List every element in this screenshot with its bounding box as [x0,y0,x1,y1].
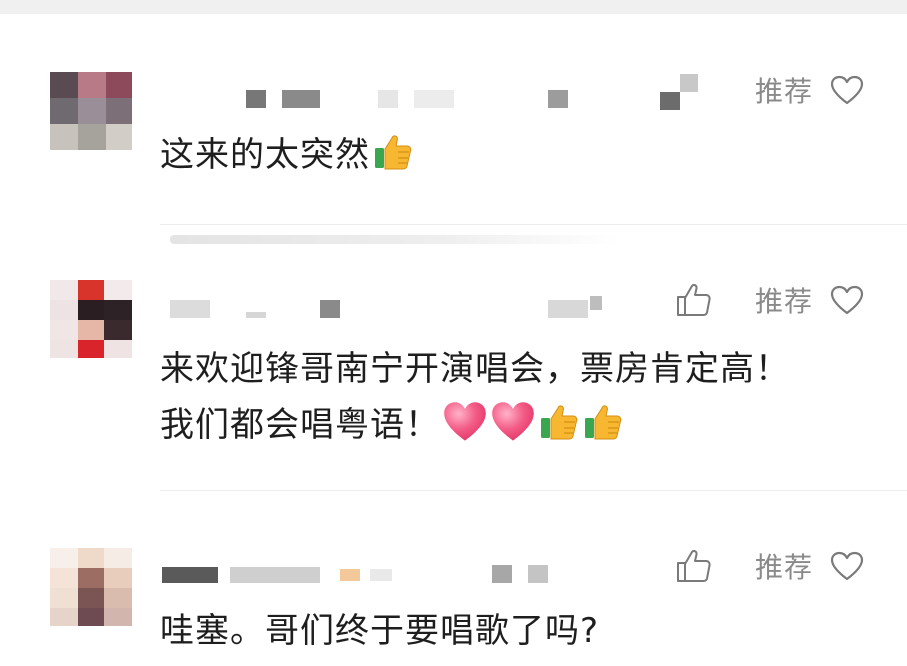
comment-text: 这来的太突然 [160,126,414,184]
heart-outline-icon[interactable] [827,546,867,586]
heart-emoji [444,402,486,441]
comment-body: 哇塞。哥们终于要唱歌了吗? [160,611,600,651]
thumbs-up-emoji [585,405,622,440]
divider [160,224,907,225]
username-blurred[interactable] [160,555,720,585]
comment-actions: 推荐 [755,70,867,110]
comment-body: 这来的太突然 [160,135,370,175]
username-blurred[interactable] [160,290,720,320]
blurred-smear [170,235,620,244]
comment-text-line-1: 来欢迎锋哥南宁开演唱会，票房肯定高！ [160,340,790,398]
recommend-label[interactable]: 推荐 [755,70,813,110]
avatar[interactable] [50,548,132,626]
avatar[interactable] [50,72,132,150]
divider [160,490,907,491]
comment-body: 我们都会唱粤语！ [160,405,440,445]
username-blurred[interactable] [160,74,720,110]
thumbs-up-outline-icon[interactable] [673,546,715,586]
heart-outline-icon[interactable] [827,280,867,320]
recommend-label[interactable]: 推荐 [755,280,813,320]
comment-actions: 推荐 [673,546,867,586]
comment-text-line-2: 我们都会唱粤语！ [160,396,624,454]
avatar[interactable] [50,280,132,358]
comment-actions: 推荐 [673,280,867,320]
comment-body: 来欢迎锋哥南宁开演唱会，票房肯定高！ [160,349,790,389]
thumbs-up-outline-icon[interactable] [673,280,715,320]
recommend-label[interactable]: 推荐 [755,546,813,586]
heart-outline-icon[interactable] [827,70,867,110]
thumbs-up-emoji [541,405,578,440]
heart-emoji [492,402,534,441]
comment-text: 哇塞。哥们终于要唱歌了吗? [160,602,599,660]
top-bar [0,0,907,14]
thumbs-up-emoji [375,135,412,170]
